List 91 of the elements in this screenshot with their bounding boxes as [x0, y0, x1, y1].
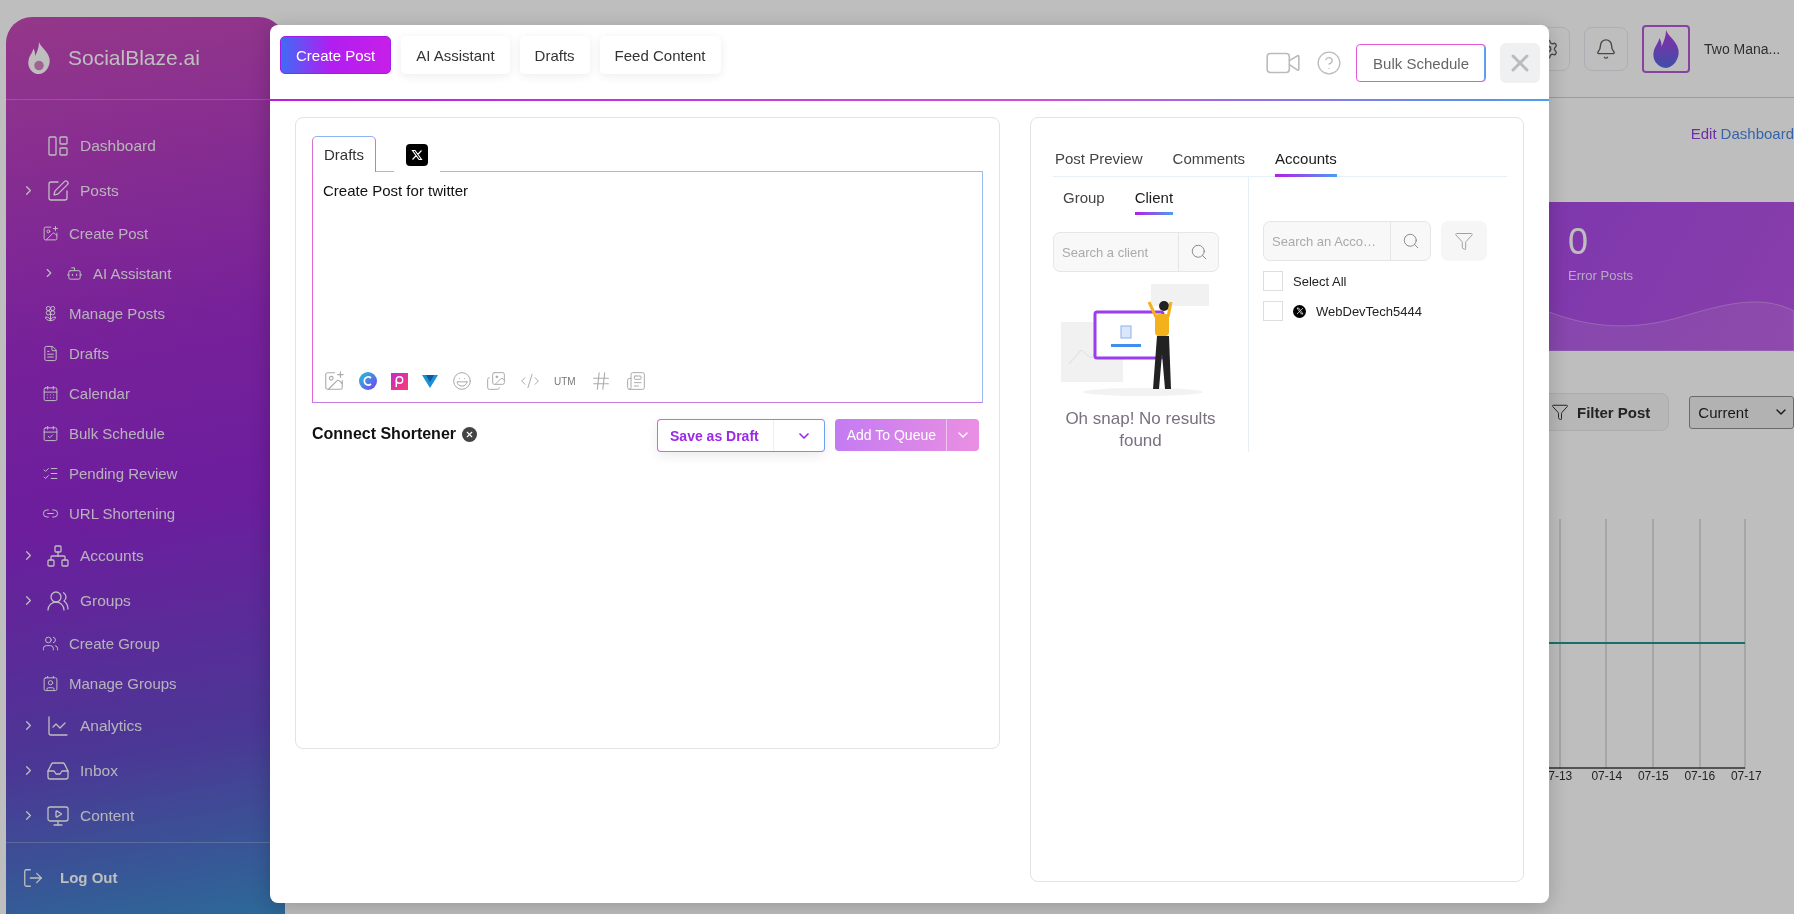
dialog-tab[interactable]: Drafts — [519, 36, 590, 74]
menu-icon — [42, 424, 59, 442]
filter-tab[interactable]: Client — [1134, 189, 1174, 215]
checkbox[interactable] — [1263, 301, 1283, 321]
sidebar-item[interactable]: Analytics — [6, 703, 285, 748]
media-add-icon[interactable] — [625, 371, 646, 391]
image-add-icon[interactable] — [323, 370, 345, 392]
sidebar-subitem[interactable]: Create Post — [6, 213, 285, 253]
sidebar-item[interactable]: Content — [6, 793, 285, 838]
panel-tab[interactable]: Comments — [1172, 150, 1246, 177]
connect-shortener-label: Connect Shortener — [312, 425, 456, 443]
stat-label: Error Posts — [1568, 267, 1634, 283]
sidebar-item[interactable]: Posts — [6, 168, 285, 213]
axis-label: 07-15 — [1636, 769, 1670, 783]
client-search-input[interactable]: Search a client — [1054, 233, 1178, 271]
brand-name: SocialBlaze.ai — [68, 46, 200, 70]
picsart-logo-icon[interactable] — [391, 372, 408, 390]
sidebar-subitem[interactable]: Create Group — [6, 623, 285, 663]
sidebar-subitem[interactable]: Calendar — [6, 373, 285, 413]
filter-icon — [1454, 231, 1474, 251]
help-icon[interactable] — [1316, 50, 1343, 76]
menu-icon — [46, 803, 70, 828]
axis-label: 07-14 — [1590, 769, 1624, 783]
sidebar-subitem[interactable]: URL Shortening — [6, 493, 285, 533]
menu-icon — [46, 133, 70, 158]
account-search-field[interactable]: Search an Acco… — [1263, 221, 1431, 261]
add-to-queue-button[interactable]: Add To Queue — [834, 419, 979, 451]
edit-link[interactable]: Edit — [1690, 125, 1717, 142]
sidebar-item[interactable]: Dashboard — [6, 123, 285, 168]
empty-message: Oh snap! No results found — [1064, 408, 1217, 453]
post-editor-field[interactable]: Create Post for twitter UTM — [312, 171, 983, 403]
client-search-field[interactable]: Search a client — [1053, 232, 1219, 272]
gallery-icon[interactable] — [486, 371, 506, 391]
sidebar-subitem[interactable]: Pending Review — [6, 453, 285, 493]
menu-icon — [42, 344, 59, 362]
post-text-field[interactable]: Create Post for twitter — [323, 182, 970, 370]
axis-label: 07-16 — [1683, 769, 1717, 783]
search-icon — [1401, 232, 1420, 250]
bell-icon — [1595, 37, 1617, 60]
sidebar-subitem[interactable]: AI Assistant — [6, 253, 285, 293]
user-name: Two Mana... — [1704, 40, 1782, 57]
filter-post-label: Filter Post — [1577, 403, 1651, 421]
axis-label: 7-13 — [1547, 769, 1574, 783]
search-icon — [1189, 243, 1208, 261]
triangle-logo-icon[interactable] — [422, 374, 438, 388]
bulk-schedule-button[interactable]: Bulk Schedule — [1356, 44, 1486, 82]
menu-icon — [46, 543, 70, 568]
dialog-tab[interactable]: Create Post — [280, 36, 392, 74]
dashboard-link[interactable]: Dashboard — [1720, 125, 1794, 142]
sidebar-item[interactable]: Inbox — [6, 748, 285, 793]
menu-icon — [46, 588, 70, 613]
panel-tab[interactable]: Post Preview — [1055, 150, 1143, 177]
x-logo-icon — [406, 143, 428, 166]
logout-icon — [22, 866, 44, 889]
account-name: WebDevTech5444 — [1316, 303, 1422, 319]
menu-icon — [42, 674, 59, 692]
account-search-input[interactable]: Search an Acco… — [1264, 222, 1390, 260]
remove-icon[interactable] — [462, 427, 477, 442]
canva-logo-icon[interactable] — [359, 372, 377, 390]
dialog-tab[interactable]: Feed Content — [599, 36, 721, 74]
close-button[interactable] — [1500, 43, 1540, 83]
save-draft-button[interactable]: Save as Draft — [657, 419, 825, 452]
emoji-icon[interactable] — [452, 371, 472, 391]
filter-icon — [1551, 403, 1569, 421]
sidebar-subitem[interactable]: Manage Posts — [6, 293, 285, 333]
checkbox[interactable] — [1263, 271, 1283, 291]
code-icon[interactable] — [520, 371, 540, 391]
sidebar-subitem[interactable]: Manage Groups — [6, 663, 285, 703]
menu-icon — [46, 178, 70, 203]
sidebar-item[interactable]: Accounts — [6, 533, 285, 578]
utm-button[interactable]: UTM — [554, 375, 576, 387]
dialog-tab[interactable]: AI Assistant — [401, 36, 510, 74]
filter-button[interactable] — [1441, 221, 1487, 261]
menu-icon — [42, 224, 59, 242]
editor-tab[interactable]: Drafts — [312, 136, 376, 172]
menu-icon — [66, 264, 83, 282]
menu-icon — [42, 304, 59, 322]
sidebar-subitem[interactable]: Drafts — [6, 333, 285, 373]
select-all-label: Select All — [1293, 273, 1347, 289]
menu-icon — [42, 384, 59, 402]
x-logo-icon — [1293, 304, 1306, 318]
sidebar-item[interactable]: Groups — [6, 578, 285, 623]
stat-value: 0 — [1568, 222, 1590, 262]
menu-icon — [42, 634, 59, 652]
avatar[interactable] — [1642, 24, 1690, 73]
notifications-button[interactable] — [1584, 26, 1628, 71]
axis-label: 07-17 — [1729, 769, 1763, 783]
period-select[interactable]: Current — [1689, 395, 1794, 429]
sidebar-subitem[interactable]: Bulk Schedule — [6, 413, 285, 453]
filter-tab[interactable]: Group — [1063, 189, 1105, 215]
period-value: Current — [1698, 403, 1749, 421]
